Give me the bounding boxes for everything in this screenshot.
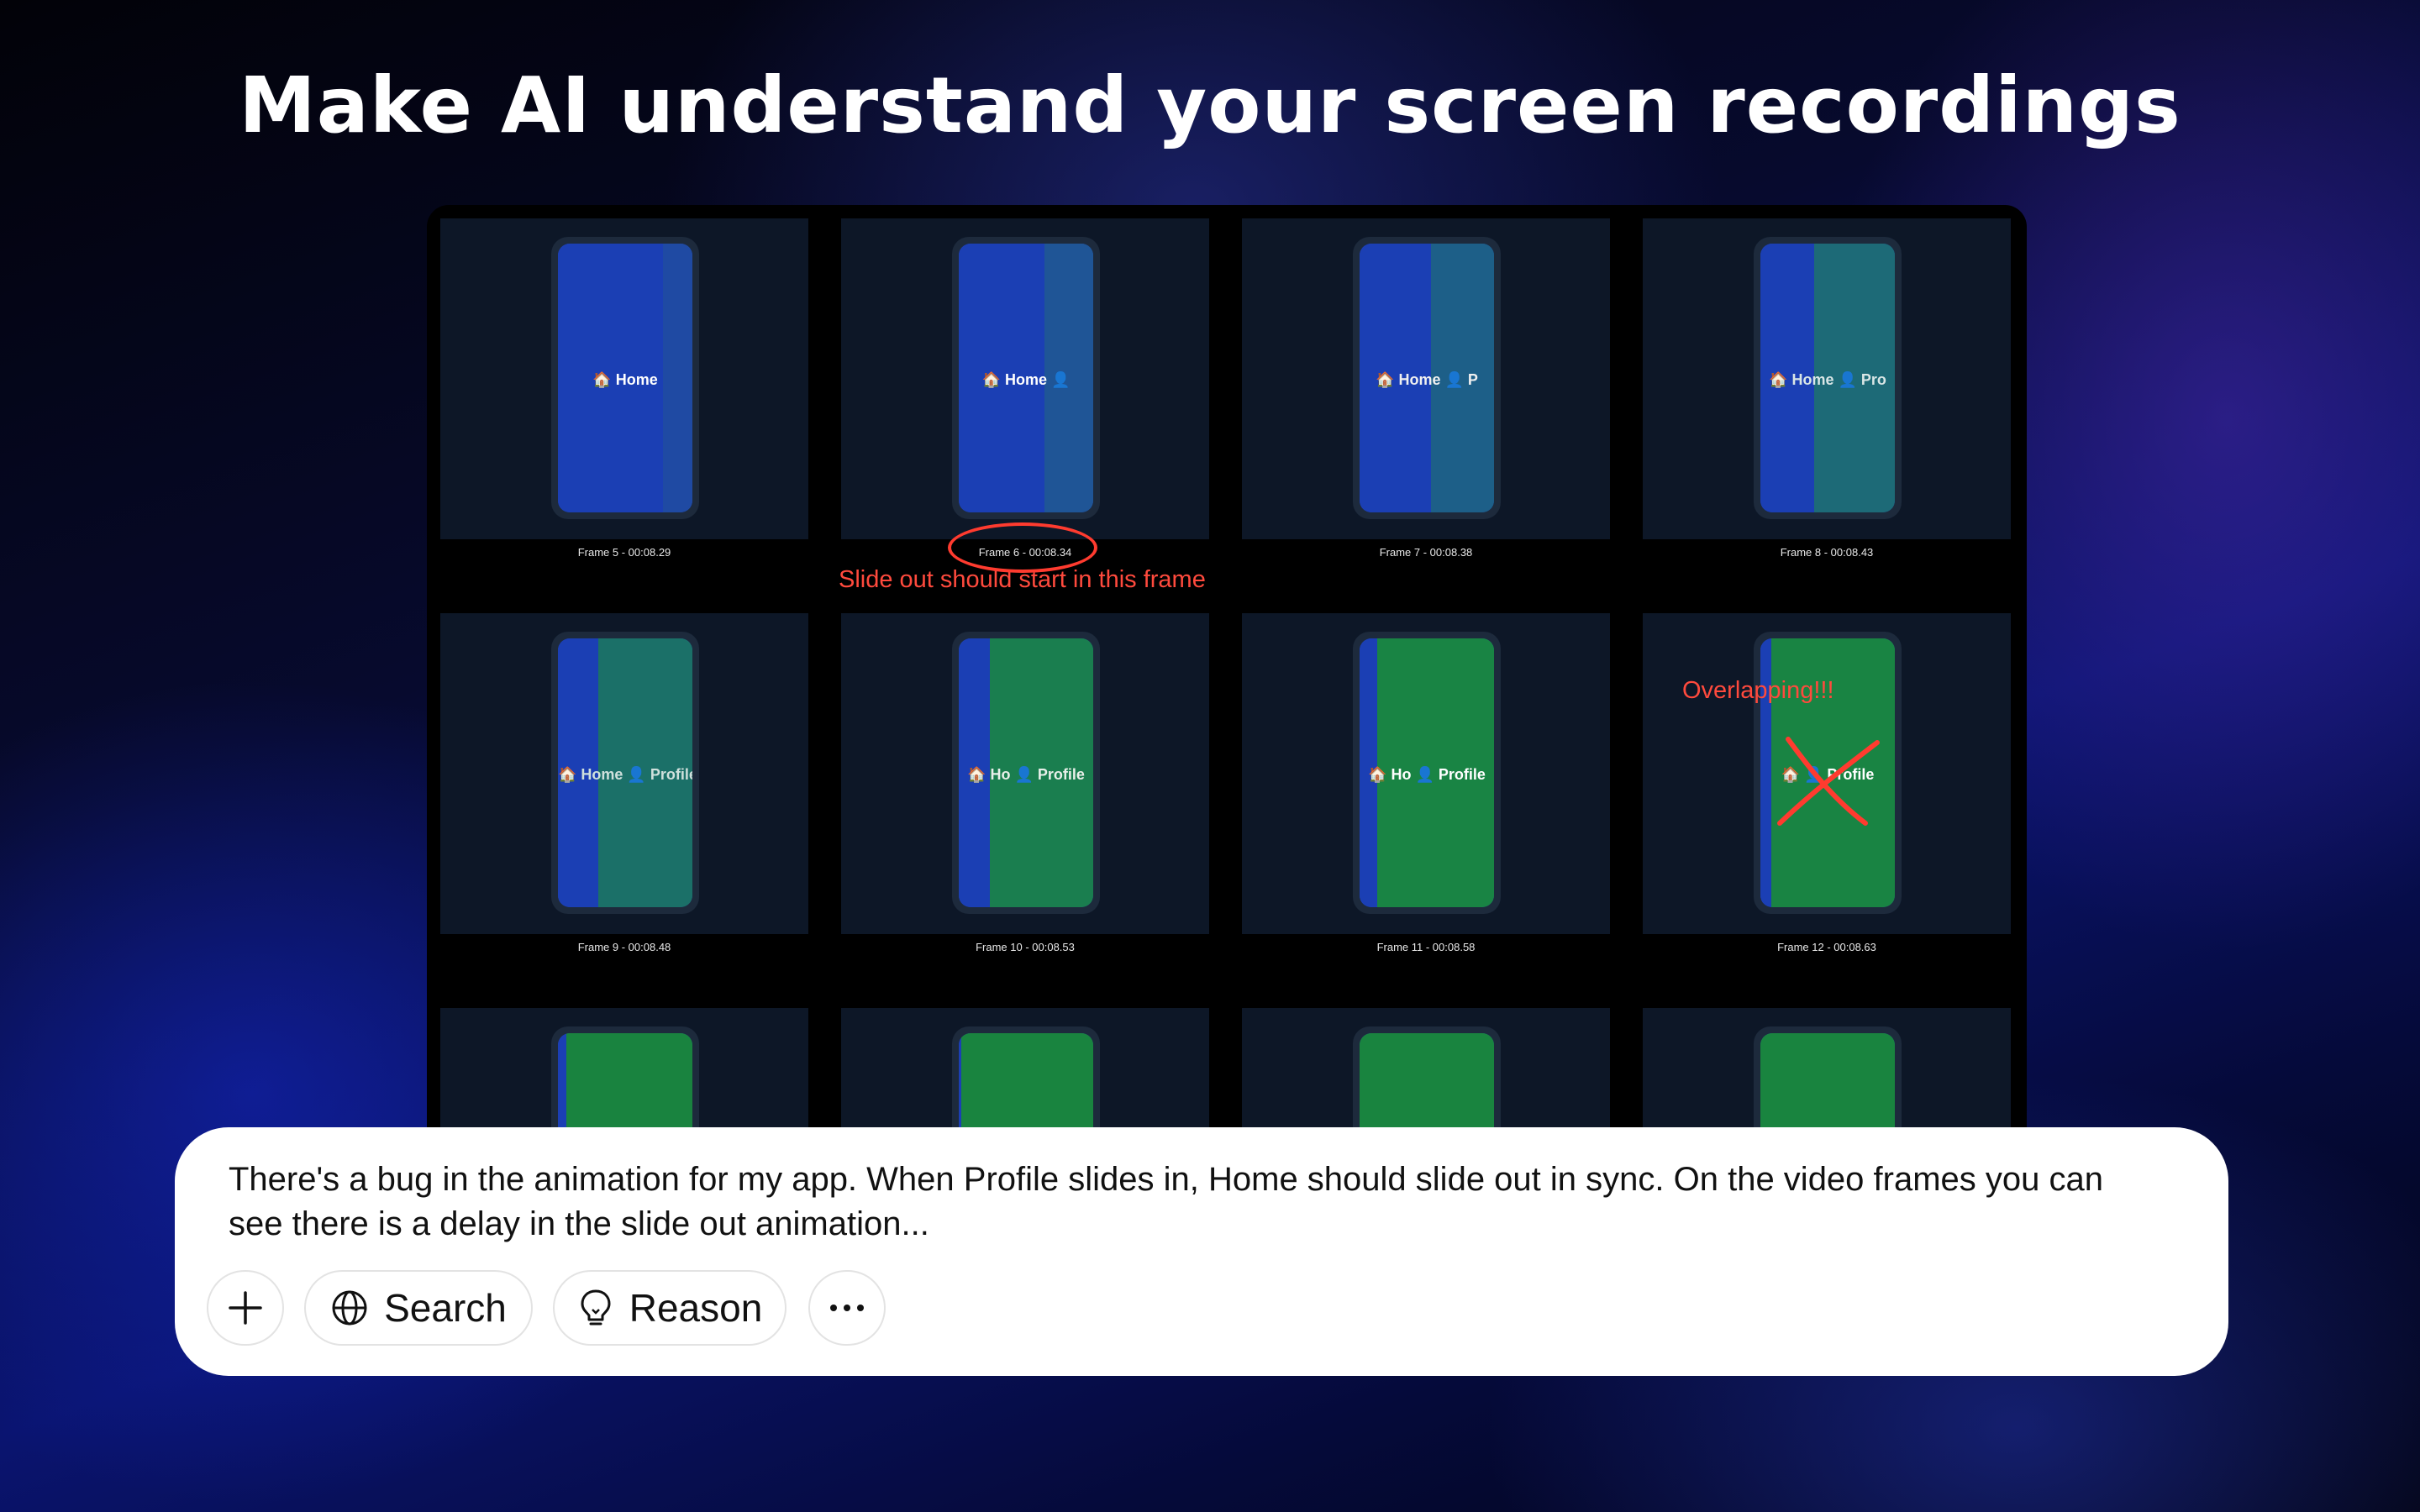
headline: Make AI understand your screen recording… [239, 60, 2181, 150]
screen-label: 🏠 Home 👤 P [1376, 371, 1478, 388]
screen-label: 🏠 Ho 👤 Profile [1368, 766, 1486, 783]
frame-thumbnail: 🏠 Home 👤 P [1242, 218, 1610, 539]
frame-caption: Frame 7 - 00:08.38 [1379, 546, 1473, 559]
reason-button[interactable]: Reason [553, 1270, 786, 1346]
phone-screen: 🏠 Home 👤 Profile [558, 638, 692, 907]
frame-6-highlight-ellipse [948, 522, 1097, 573]
phone-mockup: 🏠 Home 👤 Profile [551, 632, 699, 914]
screen-label: 🏠 Home 👤 [981, 371, 1071, 388]
phone-screen: 🏠 Ho 👤 Profile [959, 638, 1093, 907]
frame-caption: Frame 5 - 00:08.29 [577, 546, 671, 559]
frame-thumbnail: 🏠 Home 👤 Profile [440, 613, 808, 934]
phone-mockup: 🏠 Ho 👤 Profile [1353, 632, 1501, 914]
more-icon [830, 1305, 864, 1311]
overlap-annotation: Overlapping!!! [1682, 677, 1834, 704]
frame-caption: Frame 11 - 00:08.58 [1376, 941, 1476, 953]
plus-icon [229, 1291, 262, 1325]
video-frame: 🏠 Home 👤 Frame 6 - 00:08.34 [841, 218, 1209, 559]
video-frame: 🏠 Home 👤 P Frame 7 - 00:08.38 [1242, 218, 1610, 559]
phone-screen: 🏠 Home 👤 P [1360, 244, 1494, 512]
frame-thumbnail: 🏠 Ho 👤 Profile [841, 613, 1209, 934]
phone-screen: 🏠 Home [558, 244, 692, 512]
lightbulb-icon [581, 1289, 611, 1326]
chat-input[interactable]: There's a bug in the animation for my ap… [229, 1158, 2161, 1247]
video-frame: 🏠 Home 👤 Profile Frame 9 - 00:08.48 [440, 613, 808, 953]
video-frame: 🏠 Ho 👤 Profile Frame 11 - 00:08.58 [1242, 613, 1610, 953]
video-frame: 🏠 Home Frame 5 - 00:08.29 [440, 218, 808, 559]
phone-screen: 🏠 Home 👤 Pro [1760, 244, 1895, 512]
frame-thumbnail: 🏠 Home 👤 [841, 218, 1209, 539]
frame-caption: Frame 12 - 00:08.63 [1777, 941, 1876, 953]
frame-caption: Frame 9 - 00:08.48 [577, 941, 671, 953]
globe-icon [332, 1290, 367, 1326]
add-button[interactable] [207, 1270, 284, 1346]
video-frame: 🏠 Home 👤 Pro Frame 8 - 00:08.43 [1643, 218, 2011, 559]
phone-mockup: 🏠 Home 👤 P [1353, 237, 1501, 519]
phone-mockup: 🏠 Home [551, 237, 699, 519]
frame-thumbnail: 🏠 Ho 👤 Profile [1242, 613, 1610, 934]
video-frame: 🏠 Ho 👤 Profile Frame 10 - 00:08.53 [841, 613, 1209, 953]
frame-caption: Frame 10 - 00:08.53 [976, 941, 1075, 953]
screen-label: 🏠 Ho 👤 Profile [967, 766, 1085, 783]
chat-composer: There's a bug in the animation for my ap… [175, 1127, 2228, 1376]
phone-screen: 🏠 Home 👤 [959, 244, 1093, 512]
screen-label: 🏠 Home 👤 Pro [1769, 371, 1886, 388]
overlap-cross-mark [1777, 737, 1880, 826]
frame-caption: Frame 8 - 00:08.43 [1780, 546, 1874, 559]
more-options-button[interactable] [808, 1270, 886, 1346]
search-button[interactable]: Search [304, 1270, 533, 1346]
phone-mockup: 🏠 Home 👤 [952, 237, 1100, 519]
video-frames-grid: 🏠 Home Frame 5 - 00:08.29 🏠 Home 👤 Frame 6 … [427, 205, 2027, 1213]
phone-mockup: 🏠 Home 👤 Pro [1754, 237, 1902, 519]
frame-thumbnail: 🏠 Home 👤 Pro [1643, 218, 2011, 539]
phone-mockup: 🏠 Ho 👤 Profile [952, 632, 1100, 914]
phone-screen: 🏠 Ho 👤 Profile [1360, 638, 1494, 907]
search-label: Search [384, 1286, 507, 1330]
reason-label: Reason [629, 1286, 763, 1330]
screen-label: 🏠 Home [592, 371, 658, 388]
frame-thumbnail: 🏠 Home [440, 218, 808, 539]
screen-label: 🏠 Home 👤 Profile [558, 766, 692, 783]
